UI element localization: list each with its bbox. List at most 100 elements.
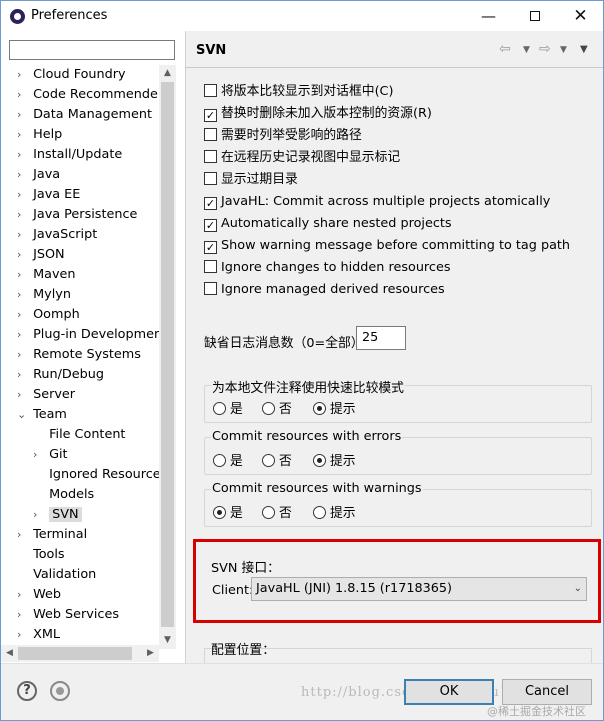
- chevron-right-icon[interactable]: ›: [17, 325, 29, 345]
- radio-icon[interactable]: [262, 506, 275, 519]
- chevron-right-icon[interactable]: ›: [17, 365, 29, 385]
- chevron-right-icon[interactable]: ›: [17, 245, 29, 265]
- checkbox-icon[interactable]: ✓: [204, 219, 217, 232]
- radio-option[interactable]: 否: [262, 398, 292, 417]
- option-checkbox[interactable]: 需要时列举受影响的路径: [204, 126, 362, 146]
- scroll-down-icon[interactable]: ▼: [159, 632, 176, 649]
- log-count-input[interactable]: 25: [356, 326, 406, 350]
- chevron-right-icon[interactable]: ›: [17, 585, 29, 605]
- checkbox-icon[interactable]: ✓: [204, 241, 217, 254]
- option-checkbox[interactable]: ✓ 替换时删除未加入版本控制的资源(R): [204, 104, 432, 124]
- radio-icon[interactable]: [313, 506, 326, 519]
- checkbox-icon[interactable]: [204, 172, 217, 185]
- tree-item[interactable]: › Java EE: [17, 185, 80, 205]
- filter-input[interactable]: [9, 40, 175, 60]
- radio-icon[interactable]: [262, 454, 275, 467]
- tree-item[interactable]: › Run/Debug: [17, 365, 104, 385]
- scroll-left-icon[interactable]: ◀: [1, 645, 18, 662]
- tree-item[interactable]: Validation: [17, 565, 96, 585]
- back-arrow-icon[interactable]: ⇦: [499, 41, 511, 57]
- checkbox-icon[interactable]: [204, 150, 217, 163]
- forward-dropdown-icon[interactable]: ▼: [560, 45, 567, 55]
- view-menu-icon[interactable]: ▼: [580, 44, 588, 55]
- scroll-thumb[interactable]: [161, 82, 174, 627]
- tree-item[interactable]: › Plug-in Development: [17, 325, 159, 345]
- option-checkbox[interactable]: Ignore managed derived resources: [204, 280, 445, 300]
- checkbox-icon[interactable]: ✓: [204, 109, 217, 122]
- chevron-right-icon[interactable]: ›: [17, 525, 29, 545]
- chevron-right-icon[interactable]: ›: [17, 125, 29, 145]
- chevron-right-icon[interactable]: ›: [17, 305, 29, 325]
- chevron-right-icon[interactable]: ›: [17, 385, 29, 405]
- radio-icon[interactable]: [213, 402, 226, 415]
- tree-item[interactable]: ⌄ Team: [17, 405, 67, 425]
- chevron-right-icon[interactable]: ›: [17, 345, 29, 365]
- radio-option[interactable]: 是: [213, 502, 243, 521]
- option-checkbox[interactable]: ✓ JavaHL: Commit across multiple projects…: [204, 192, 550, 212]
- radio-option[interactable]: 否: [262, 450, 292, 469]
- radio-icon[interactable]: [313, 454, 326, 467]
- chevron-right-icon[interactable]: ›: [17, 605, 29, 625]
- chevron-right-icon[interactable]: ›: [17, 285, 29, 305]
- back-dropdown-icon[interactable]: ▼: [523, 45, 530, 55]
- option-checkbox[interactable]: ✓ Show warning message before committing …: [204, 236, 570, 256]
- cancel-button[interactable]: Cancel: [502, 679, 592, 705]
- chevron-right-icon[interactable]: ›: [33, 445, 45, 465]
- ok-button[interactable]: OK: [404, 679, 494, 705]
- tree-item[interactable]: › Install/Update: [17, 145, 122, 165]
- tree-item[interactable]: › Git: [33, 445, 68, 465]
- tree-item[interactable]: › Server: [17, 385, 75, 405]
- tree-item[interactable]: › Java: [17, 165, 60, 185]
- tree-item[interactable]: › Code Recommenders: [17, 85, 159, 105]
- forward-arrow-icon[interactable]: ⇨: [539, 41, 551, 57]
- tree-item[interactable]: › JavaScript: [17, 225, 97, 245]
- tree-item[interactable]: › XML: [17, 625, 60, 645]
- scroll-up-icon[interactable]: ▲: [159, 65, 176, 82]
- chevron-right-icon[interactable]: ›: [17, 205, 29, 225]
- checkbox-icon[interactable]: [204, 84, 217, 97]
- scroll-right-icon[interactable]: ▶: [142, 645, 159, 662]
- chevron-right-icon[interactable]: ›: [17, 145, 29, 165]
- option-checkbox[interactable]: 将版本比较显示到对话框中(C): [204, 82, 393, 102]
- tree-item[interactable]: Ignored Resources: [33, 465, 159, 485]
- tree-item[interactable]: › Java Persistence: [17, 205, 137, 225]
- oomph-preference-recorder-icon[interactable]: [50, 681, 70, 701]
- tree-item[interactable]: › Oomph: [17, 305, 80, 325]
- radio-option[interactable]: 提示: [313, 502, 356, 521]
- tree-item[interactable]: › SVN: [33, 505, 82, 525]
- checkbox-icon[interactable]: [204, 128, 217, 141]
- chevron-right-icon[interactable]: ›: [17, 65, 29, 85]
- chevron-right-icon[interactable]: ›: [17, 105, 29, 125]
- radio-icon[interactable]: [313, 402, 326, 415]
- checkbox-icon[interactable]: [204, 282, 217, 295]
- radio-option[interactable]: 是: [213, 398, 243, 417]
- chevron-right-icon[interactable]: ›: [17, 625, 29, 645]
- chevron-down-icon[interactable]: ⌄: [17, 405, 29, 425]
- chevron-right-icon[interactable]: ›: [17, 225, 29, 245]
- tree-item[interactable]: › Data Management: [17, 105, 152, 125]
- tree-horizontal-scrollbar[interactable]: ◀ ▶: [1, 645, 159, 662]
- radio-option[interactable]: 是: [213, 450, 243, 469]
- chevron-right-icon[interactable]: ›: [17, 265, 29, 285]
- chevron-right-icon[interactable]: ›: [17, 185, 29, 205]
- chevron-right-icon[interactable]: ›: [33, 505, 45, 525]
- radio-icon[interactable]: [213, 506, 226, 519]
- scroll-thumb-horizontal[interactable]: [18, 647, 132, 660]
- chevron-right-icon[interactable]: ›: [17, 165, 29, 185]
- tree-item[interactable]: Models: [33, 485, 94, 505]
- client-select[interactable]: JavaHL (JNI) 1.8.15 (r1718365) ⌄: [251, 577, 587, 601]
- tree-item[interactable]: › Mylyn: [17, 285, 71, 305]
- radio-icon[interactable]: [262, 402, 275, 415]
- chevron-right-icon[interactable]: ›: [17, 85, 29, 105]
- tree-item[interactable]: Tools: [17, 545, 65, 565]
- tree-item[interactable]: › Help: [17, 125, 62, 145]
- option-checkbox[interactable]: ✓ Automatically share nested projects: [204, 214, 452, 234]
- tree-item[interactable]: › Remote Systems: [17, 345, 141, 365]
- maximize-button[interactable]: [512, 1, 557, 31]
- tree-item[interactable]: › JSON: [17, 245, 65, 265]
- option-checkbox[interactable]: 显示过期目录: [204, 170, 298, 190]
- tree-item[interactable]: File Content: [33, 425, 125, 445]
- tree-item[interactable]: › Web Services: [17, 605, 119, 625]
- tree-item[interactable]: › Cloud Foundry: [17, 65, 126, 85]
- help-icon[interactable]: ?: [17, 681, 37, 701]
